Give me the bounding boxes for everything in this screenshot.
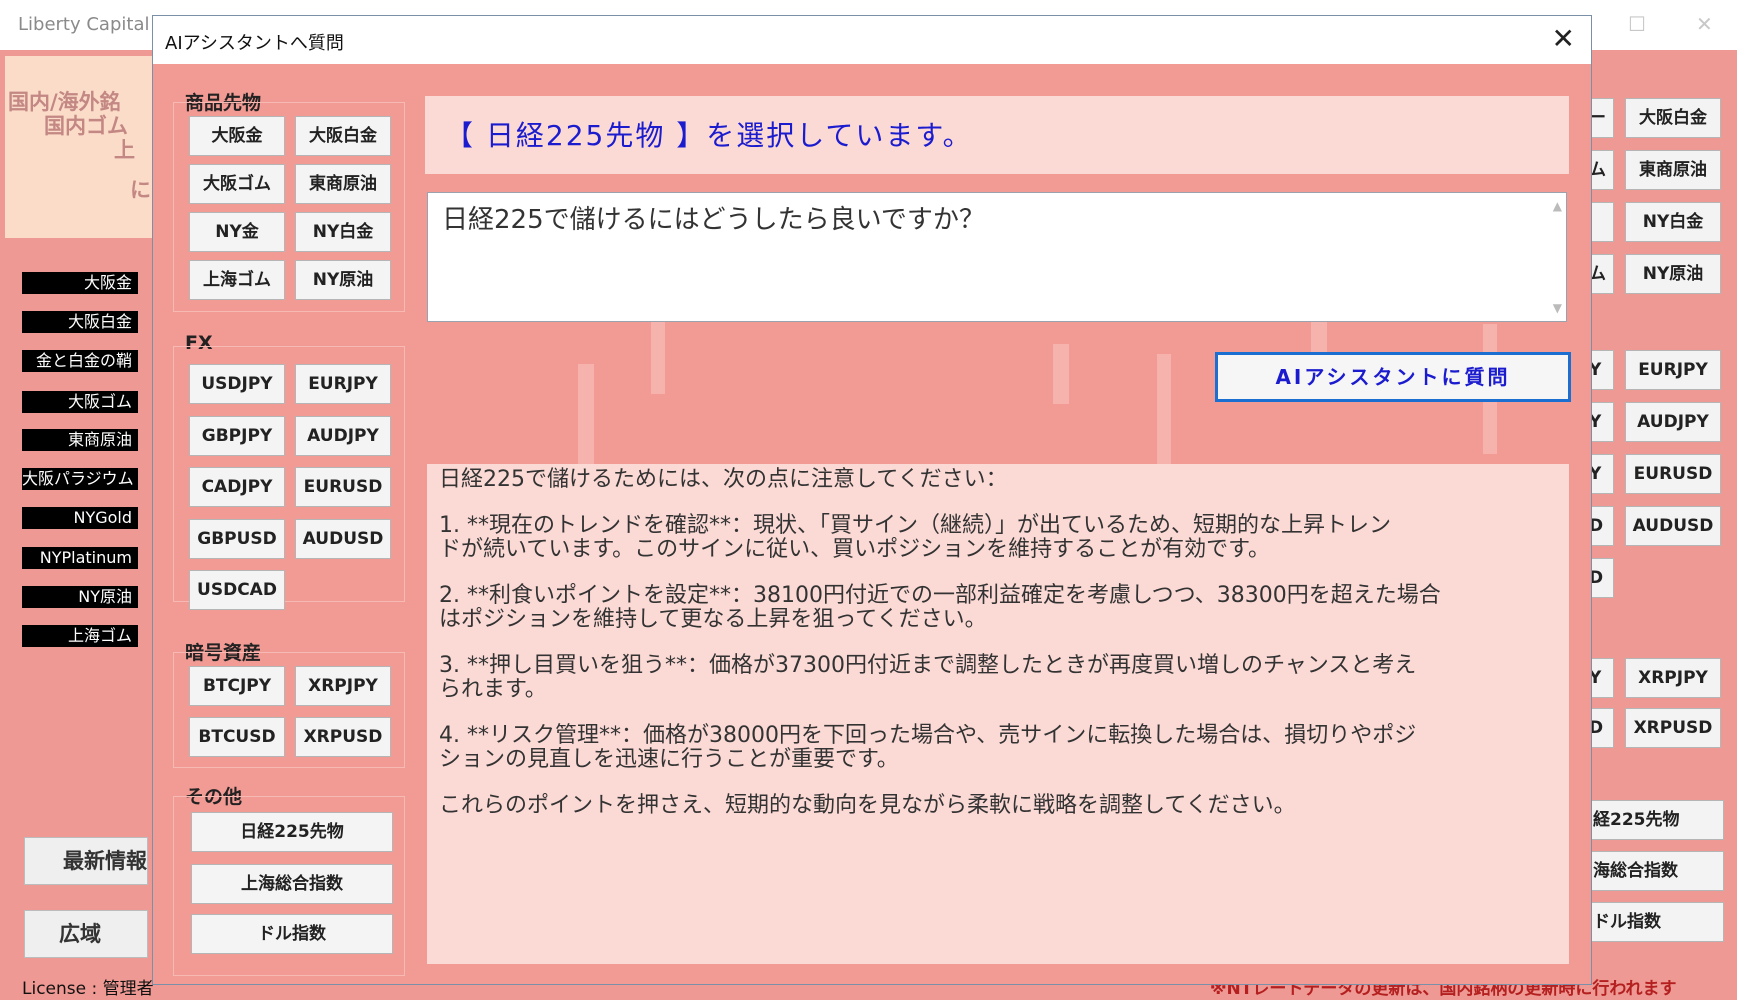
bg-ny-crude-button[interactable]: NY原油 [1625,254,1721,294]
ticker-label: 大阪白金 [22,311,138,333]
ticker-label: 上海ゴム [22,625,138,647]
license-text: License : 管理者 [22,979,154,999]
xrpusd-button[interactable]: XRPUSD [295,717,391,757]
banner-line: に [130,178,151,202]
answer-panel: 日経225で儲けるためには、次の点に注意してください： 1. **現在のトレンド… [427,464,1569,964]
bg-ny-platinum-button[interactable]: NY白金 [1625,202,1721,242]
answer-text: 日経225で儲けるためには、次の点に注意してください： 1. **現在のトレンド… [439,468,1549,840]
answer-paragraph: 3. **押し目買いを狙う**：価格が37300円付近まで調整したときが再度買い… [439,653,1417,702]
ticker-label: NY原油 [22,586,138,608]
ticker-label: NYPlatinum [22,547,138,569]
tocom-crude-button[interactable]: 東商原油 [295,164,391,204]
shanghai-rubber-button[interactable]: 上海ゴム [189,260,285,300]
bg-audjpy-button[interactable]: AUDJPY [1625,402,1721,442]
bg-xrpjpy-button[interactable]: XRPJPY [1625,658,1721,698]
dialog-body: 商品先物 大阪金 大阪白金 大阪ゴム 東商原油 NY金 NY白金 上海ゴム NY… [153,64,1591,984]
answer-paragraph: 2. **利食いポイントを設定**：38100円付近での一部利益確定を考慮しつつ… [439,583,1441,632]
ny-gold-button[interactable]: NY金 [189,212,285,252]
eurusd-button[interactable]: EURUSD [295,467,391,507]
scroll-up-icon[interactable]: ▲ [1553,199,1562,213]
decor-candle [1157,354,1171,464]
selected-instrument-text: 【 日経225先物 】を選択しています。 [445,119,973,152]
ny-platinum-button[interactable]: NY白金 [295,212,391,252]
bg-xrpusd-button[interactable]: XRPUSD [1625,708,1721,748]
bg-audusd-button[interactable]: AUDUSD [1625,506,1721,546]
btcjpy-button[interactable]: BTCJPY [189,666,285,706]
ny-crude-button[interactable]: NY原油 [295,260,391,300]
decor-candle [651,314,665,394]
audjpy-button[interactable]: AUDJPY [295,416,391,456]
gbpusd-button[interactable]: GBPUSD [189,519,285,559]
ticker-label: 大阪金 [22,272,138,294]
bg-dollar-index-button[interactable]: ドル指数 [1584,902,1724,942]
maximize-icon[interactable]: ☐ [1628,12,1646,36]
wide-area-button[interactable]: 広域 [24,910,148,958]
answer-paragraph: これらのポイントを押さえ、短期的な動向を見ながら柔軟に戦略を調整してください。 [439,793,1296,818]
main-window-title: Liberty Capital W [18,14,173,35]
question-input[interactable]: 日経225で儲けるにはどうしたら良いですか？ ▲ ▼ [427,192,1567,322]
bg-tocom-crude-button[interactable]: 東商原油 [1625,150,1721,190]
close-icon[interactable]: ✕ [1552,22,1575,55]
ask-ai-button[interactable]: AIアシスタントに質問 [1215,352,1571,402]
scroll-down-icon[interactable]: ▼ [1553,301,1562,315]
bg-eurusd-button[interactable]: EURUSD [1625,454,1721,494]
usdjpy-button[interactable]: USDJPY [189,364,285,404]
usdcad-button[interactable]: USDCAD [189,570,285,610]
btcusd-button[interactable]: BTCUSD [189,717,285,757]
eurjpy-button[interactable]: EURJPY [295,364,391,404]
cadjpy-button[interactable]: CADJPY [189,467,285,507]
nikkei225-button[interactable]: 日経225先物 [191,812,393,852]
banner-line: 上 [114,138,135,162]
gbpjpy-button[interactable]: GBPJPY [189,416,285,456]
xrpjpy-button[interactable]: XRPJPY [295,666,391,706]
close-icon[interactable]: ✕ [1696,12,1713,36]
ticker-label: NYGold [22,507,138,529]
latest-info-button[interactable]: 最新情報 [24,837,148,885]
dialog-title: AIアシスタントへ質問 [165,33,344,54]
audusd-button[interactable]: AUDUSD [295,519,391,559]
osaka-gold-button[interactable]: 大阪金 [189,116,285,156]
osaka-platinum-button[interactable]: 大阪白金 [295,116,391,156]
bg-osaka-platinum-button[interactable]: 大阪白金 [1625,98,1721,138]
ticker-label: 東商原油 [22,429,138,451]
answer-paragraph: 日経225で儲けるためには、次の点に注意してください： [439,467,1008,492]
answer-paragraph: 1. **現在のトレンドを確認**：現状、「買サイン（継続）」が出ているため、短… [439,513,1391,562]
bg-shanghai-index-button[interactable]: 海総合指数 [1584,851,1724,891]
osaka-rubber-button[interactable]: 大阪ゴム [189,164,285,204]
shanghai-index-button[interactable]: 上海総合指数 [191,864,393,904]
answer-paragraph: 4. **リスク管理**：価格が38000円を下回った場合や、売サインに転換した… [439,723,1417,772]
bg-nikkei225-button[interactable]: 経225先物 [1584,800,1724,840]
ai-assistant-dialog: AIアシスタントへ質問 ✕ 商品先物 大阪金 大阪白金 大阪ゴム 東商原油 NY… [152,15,1592,985]
decor-candle [1053,344,1069,404]
ticker-label: 金と白金の鞘 [22,350,138,372]
dialog-titlebar: AIアシスタントへ質問 ✕ [153,16,1591,64]
dollar-index-button[interactable]: ドル指数 [191,914,393,954]
selected-instrument-panel: 【 日経225先物 】を選択しています。 [425,96,1569,174]
ticker-label: 大阪ゴム [22,391,138,413]
bg-eurjpy-button[interactable]: EURJPY [1625,350,1721,390]
question-text[interactable]: 日経225で儲けるにはどうしたら良いですか？ [442,199,985,236]
ticker-label: 大阪パラジウム [22,468,138,490]
